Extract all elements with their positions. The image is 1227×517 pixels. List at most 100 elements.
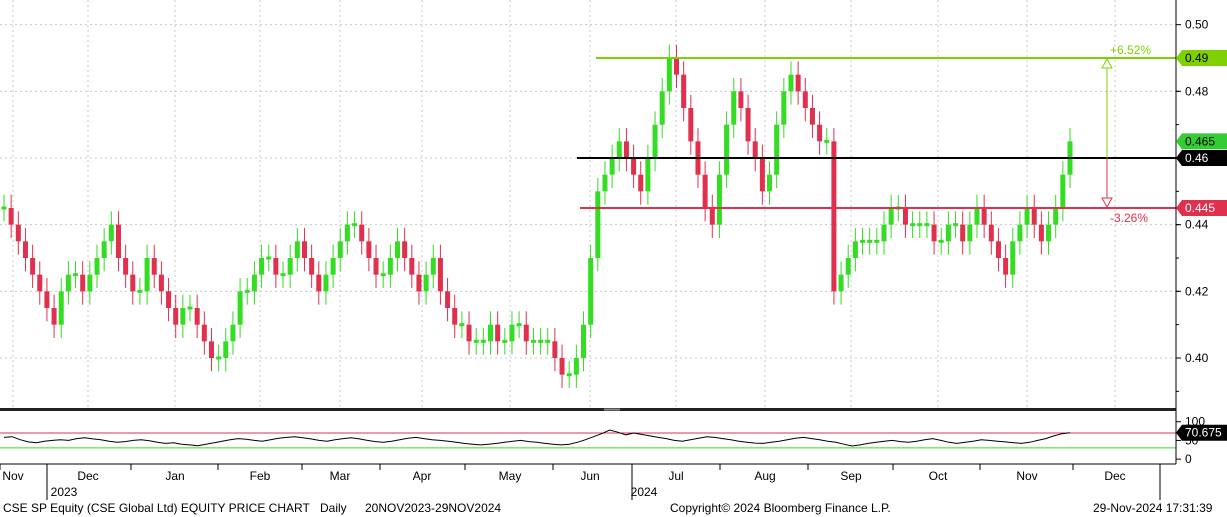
candle-body-77 xyxy=(552,341,558,358)
candle-body-3 xyxy=(22,241,28,258)
candle-body-114 xyxy=(817,124,823,142)
candle-body-33 xyxy=(237,291,243,325)
candle-body-28 xyxy=(201,324,207,342)
candle-body-16 xyxy=(115,224,121,258)
candle-body-25 xyxy=(180,308,186,325)
candle-body-32 xyxy=(230,324,236,342)
candle-body-11 xyxy=(80,274,86,292)
price-tick-label-4: 0.42 xyxy=(1185,284,1209,298)
month-label-3: Feb xyxy=(250,469,271,483)
candle-body-49 xyxy=(352,223,358,227)
candle-body-147 xyxy=(1053,208,1059,225)
candle-body-102 xyxy=(731,91,737,125)
candle-body-4 xyxy=(30,258,36,275)
candle-body-112 xyxy=(802,91,808,108)
candle-body-45 xyxy=(323,274,329,292)
candle-body-29 xyxy=(208,341,214,358)
candle-body-70 xyxy=(502,339,508,343)
candle-body-17 xyxy=(123,258,129,275)
candle-body-30 xyxy=(216,356,222,360)
candle-body-103 xyxy=(738,91,744,108)
candle-body-0 xyxy=(1,206,7,210)
footer-security: CSE SP Equity (CSE Global Ltd) EQUITY PR… xyxy=(3,501,310,515)
candle-body-101 xyxy=(724,124,730,175)
candle-body-117 xyxy=(838,274,844,292)
candle-body-116 xyxy=(831,141,837,292)
date-axis: Nov Dec Jan Feb Mar Apr May Jun Jul Aug Sep Oct Nov D… xyxy=(0,463,1176,500)
candle-body-15 xyxy=(108,224,114,242)
rsi-tick-label-2: 0 xyxy=(1185,452,1192,466)
candle-body-67 xyxy=(480,339,486,343)
candle-body-37 xyxy=(266,256,272,260)
candle-body-131 xyxy=(938,239,944,243)
month-label-11: Oct xyxy=(929,469,948,483)
candle-body-60 xyxy=(430,258,436,275)
candle-body-20 xyxy=(144,258,150,292)
candle-body-18 xyxy=(130,274,136,292)
candle-body-85 xyxy=(609,158,615,175)
candle-body-146 xyxy=(1046,224,1052,242)
year-label-1: 2024 xyxy=(631,485,658,499)
month-label-9: Aug xyxy=(754,469,775,483)
candle-body-118 xyxy=(845,258,851,275)
candle-body-127 xyxy=(910,223,916,227)
candle-body-106 xyxy=(759,158,765,192)
candle-body-53 xyxy=(380,273,386,277)
candle-body-80 xyxy=(573,358,579,375)
price-axis: 0.500.480.460.440.420.400.490.4650.460.4… xyxy=(1175,0,1227,466)
candle-body-63 xyxy=(452,308,458,325)
last-price-tag: 0.465 xyxy=(1185,134,1215,148)
candle-body-66 xyxy=(473,339,479,343)
candle-body-105 xyxy=(752,141,758,158)
candle-body-1 xyxy=(8,208,14,225)
candle-body-56 xyxy=(402,241,408,258)
candle-body-64 xyxy=(459,323,465,327)
candle-body-139 xyxy=(995,241,1001,258)
candle-body-9 xyxy=(65,274,71,292)
candle-body-109 xyxy=(781,91,787,125)
month-label-0: Nov xyxy=(2,469,23,483)
candle-body-90 xyxy=(645,158,651,192)
candle-body-133 xyxy=(953,223,959,227)
candle-body-61 xyxy=(437,258,443,292)
level-lines xyxy=(577,57,1176,209)
candle-body-143 xyxy=(1024,208,1030,225)
level-tag-1: 0.46 xyxy=(1185,151,1209,165)
candles xyxy=(1,44,1073,388)
candle-body-95 xyxy=(681,74,687,108)
candle-body-8 xyxy=(58,291,64,325)
price-tick-label-1: 0.48 xyxy=(1185,84,1209,98)
candle-body-92 xyxy=(659,91,665,125)
candle-body-91 xyxy=(652,124,658,158)
candle-body-138 xyxy=(988,224,994,242)
candle-body-24 xyxy=(173,308,179,325)
candle-body-68 xyxy=(487,324,494,342)
candle-body-104 xyxy=(745,108,751,142)
candle-body-140 xyxy=(1003,258,1009,275)
candle-body-148 xyxy=(1060,174,1066,208)
footer-frequency: Daily xyxy=(320,501,347,515)
candle-body-73 xyxy=(523,324,529,342)
price-tick-label-5: 0.40 xyxy=(1185,351,1209,365)
candle-body-93 xyxy=(666,58,672,92)
month-label-12: Nov xyxy=(1016,469,1037,483)
level-tag-2: 0.445 xyxy=(1185,201,1215,215)
candle-body-88 xyxy=(631,158,637,175)
candle-body-141 xyxy=(1010,241,1016,275)
candle-body-5 xyxy=(37,274,43,292)
candle-body-42 xyxy=(301,241,307,258)
footer-date-range: 20NOV2023-29NOV2024 xyxy=(365,501,501,515)
candle-body-98 xyxy=(702,174,708,208)
month-label-5: Apr xyxy=(413,469,432,483)
candle-body-128 xyxy=(917,223,923,227)
candle-body-142 xyxy=(1017,224,1023,242)
price-tick-label-0: 0.50 xyxy=(1185,18,1209,32)
candle-body-126 xyxy=(902,208,908,225)
candle-body-115 xyxy=(824,139,830,143)
candle-body-145 xyxy=(1038,224,1044,242)
price-tick-label-3: 0.44 xyxy=(1185,218,1209,232)
rsi-panel xyxy=(0,429,1176,449)
candle-body-124 xyxy=(888,208,894,225)
month-label-2: Jan xyxy=(165,469,184,483)
up-arrow-icon xyxy=(1101,57,1113,69)
